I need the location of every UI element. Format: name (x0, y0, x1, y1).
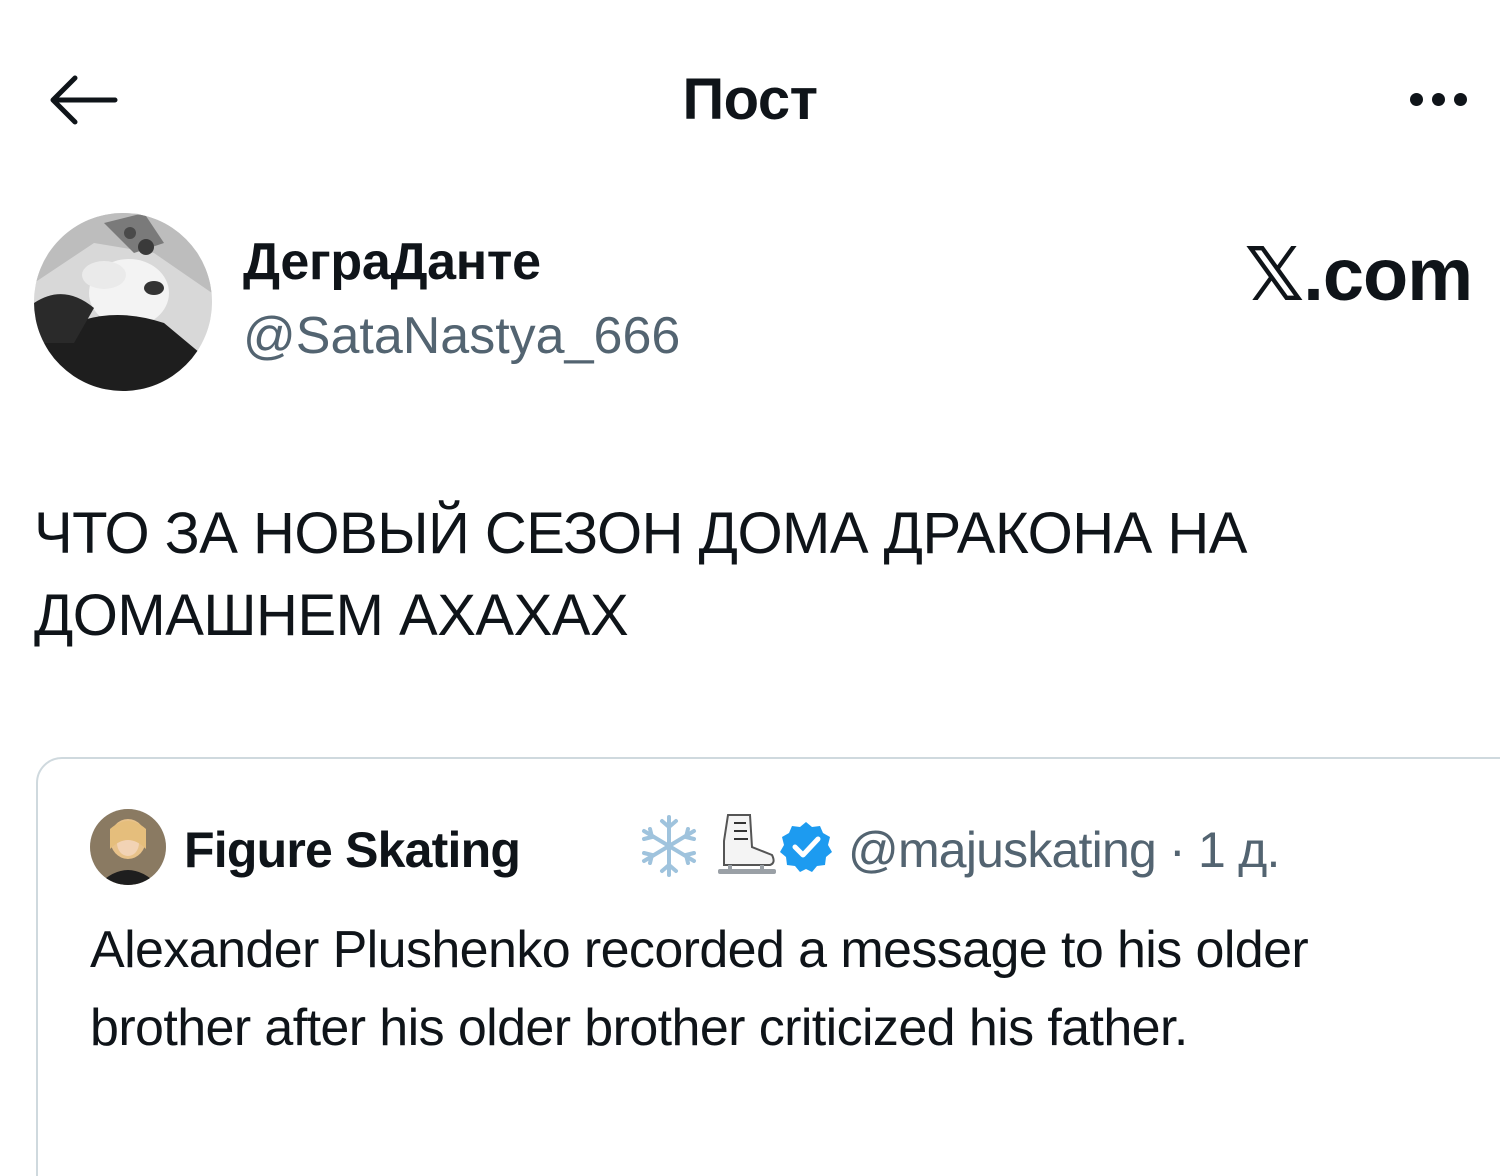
top-bar: Пост (0, 0, 1500, 190)
author-handle[interactable]: @SataNastya_666 (243, 306, 680, 366)
verified-badge-icon (778, 819, 834, 880)
snowflake-icon (634, 811, 704, 886)
more-horizontal-icon (1409, 92, 1423, 106)
quoted-author-name[interactable]: Figure Skating (184, 821, 521, 879)
watermark: 𝕏.com (1244, 233, 1473, 316)
post-page: Пост ДеграДанте @SataNastya_666 𝕏.com ЧТ… (0, 0, 1500, 1176)
more-options-button[interactable] (1398, 84, 1478, 114)
quoted-handle-and-time[interactable]: @majuskating · 1 д. (848, 821, 1280, 879)
quoted-tweet-text: Alexander Plushenko recorded a message t… (90, 921, 1309, 1057)
author-avatar[interactable] (34, 213, 212, 391)
author-name[interactable]: ДеграДанте (243, 232, 541, 292)
quoted-author-avatar[interactable] (90, 809, 166, 885)
ice-skate-icon (710, 811, 780, 886)
page-title: Пост (682, 67, 818, 132)
tweet-text: ЧТО ЗА НОВЫЙ СЕЗОН ДОМА ДРАКОНА НА ДОМАШ… (34, 501, 1247, 648)
quoted-tweet[interactable]: Figure Skating @majuskating · 1 д. Alexa… (36, 757, 1500, 1176)
